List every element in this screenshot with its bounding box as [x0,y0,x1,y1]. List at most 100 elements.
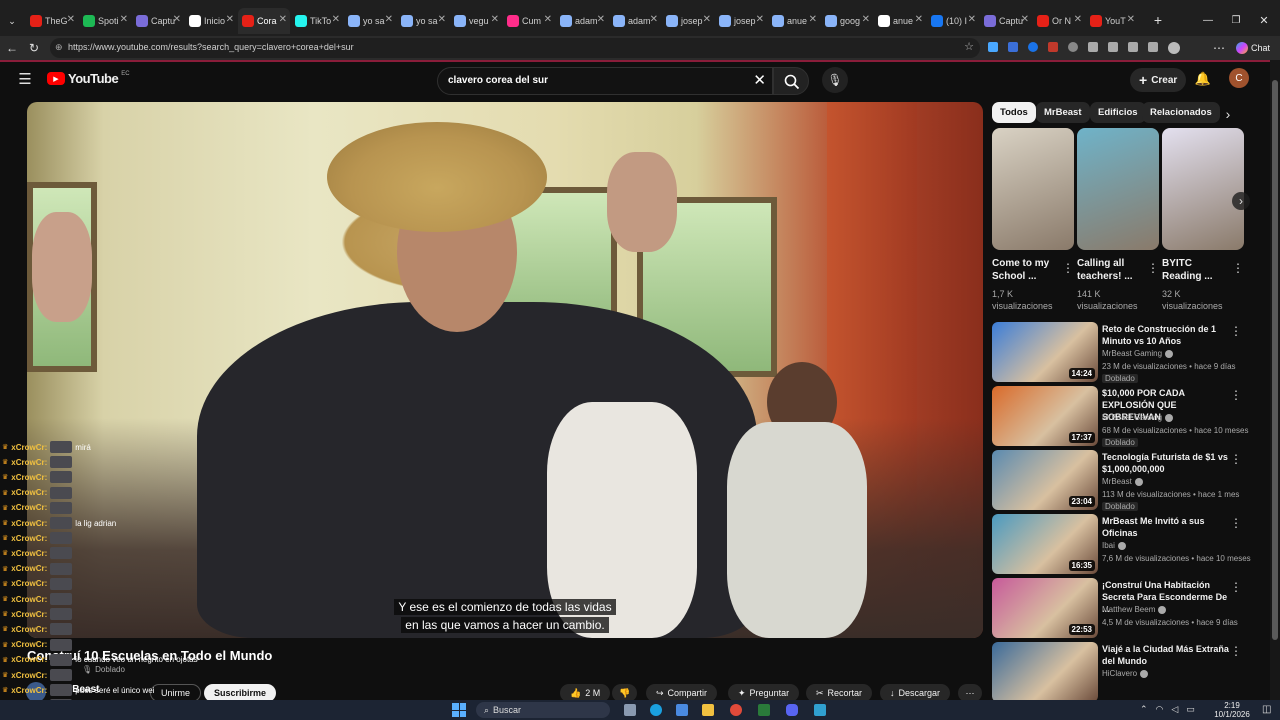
tab-close-icon[interactable]: ✕ [756,14,764,25]
recommendation-more-icon[interactable]: ⋮ [1230,580,1242,594]
tab-close-icon[interactable]: ✕ [597,14,605,25]
tab-close-icon[interactable]: ✕ [650,14,658,25]
voice-search-icon[interactable]: 🎙 [822,67,848,93]
browser-tab[interactable]: anue ✕ [768,8,820,34]
tab-close-icon[interactable]: ✕ [385,14,393,25]
notification-icon[interactable]: ◫ [1262,704,1271,715]
scrollbar-thumb[interactable] [1272,80,1278,640]
extension-icons[interactable] [988,42,1188,54]
notifications-bell-icon[interactable]: 🔔 [1194,70,1212,88]
recommendation-item[interactable]: 22:53 ¡Construí Una Habitación Secreta Pa… [992,578,1250,640]
tab-close-icon[interactable]: ✕ [438,14,446,25]
tab-close-icon[interactable]: ✕ [809,14,817,25]
file-explorer-icon[interactable] [702,704,714,716]
browser-tab[interactable]: YouT ✕ [1086,8,1138,34]
close-window-icon[interactable]: ✕ [1256,12,1272,28]
tab-close-icon[interactable]: ✕ [915,14,923,25]
recommendation-title[interactable]: Viajé a la Ciudad Más Extraña del Mundo [1102,643,1230,667]
recommendation-channel[interactable]: MrBeast Gaming [1102,349,1174,358]
tab-close-icon[interactable]: ✕ [120,14,128,25]
recommendation-thumbnail[interactable]: 14:24 [992,322,1098,382]
recommendation-more-icon[interactable]: ⋮ [1230,644,1242,658]
discord-icon[interactable] [786,704,798,716]
browser-tab[interactable]: josep ✕ [662,8,714,34]
back-icon[interactable]: ← [4,40,20,56]
browser-tab[interactable]: Inicio ✕ [185,8,237,34]
address-bar[interactable]: ⊕ https://www.youtube.com/results?search… [50,38,980,58]
taskbar-search-box[interactable]: ⌕ Buscar [476,702,610,718]
chip-todos[interactable]: Todos [992,102,1036,123]
tab-close-icon[interactable]: ✕ [279,14,287,25]
tab-close-icon[interactable]: ✕ [1021,14,1029,25]
recommendation-thumbnail[interactable] [992,642,1098,702]
recommendation-more-icon[interactable]: ⋮ [1230,324,1242,338]
recommendation-thumbnail[interactable]: 16:35 [992,514,1098,574]
edge-icon[interactable] [650,704,662,716]
browser-tab[interactable]: Or N ✕ [1033,8,1085,34]
recommendation-more-icon[interactable]: ⋮ [1230,516,1242,530]
browser-tab[interactable]: goog ✕ [821,8,873,34]
browser-tab[interactable]: Cora ✕ [238,8,290,34]
short-title[interactable]: BYITC Reading ... [1162,257,1228,283]
reload-icon[interactable]: ↻ [26,40,42,56]
recommendation-channel[interactable]: MrBeast [1102,477,1143,486]
system-tray-icons[interactable]: ⌃ ◠ ◁ ▭ [1140,704,1195,715]
browser-tab[interactable]: (10) I ✕ [927,8,979,34]
recommendation-channel[interactable]: MrBeast Gaming [1102,413,1174,422]
chrome-icon[interactable] [730,704,742,716]
browser-tab[interactable]: vegu ✕ [450,8,502,34]
recommendation-item[interactable]: 14:24 Reto de Construcción de 1 Minuto vs… [992,322,1250,384]
chip-edificios[interactable]: Edificios [1090,102,1146,123]
recommendation-channel[interactable]: Matthew Beem [1102,605,1167,614]
notepad-icon[interactable] [814,704,826,716]
short-title[interactable]: Come to my School ... [992,257,1058,283]
short-thumbnail[interactable] [1162,128,1244,250]
store-icon[interactable] [676,704,688,716]
browser-tab[interactable]: Captu ✕ [980,8,1032,34]
recommendation-item[interactable]: 16:35 MrBeast Me Invitó a sus Oficinas Iba… [992,514,1251,576]
short-thumbnail[interactable] [1077,128,1159,250]
recommendation-channel[interactable]: Ibai [1102,541,1126,550]
recommendation-title[interactable]: MrBeast Me Invitó a sus Oficinas [1102,515,1230,539]
clear-search-icon[interactable]: ✕ [753,71,766,89]
account-avatar[interactable]: C [1229,68,1249,88]
recommendation-more-icon[interactable]: ⋮ [1230,388,1242,402]
bookmark-star-icon[interactable]: ☆ [964,40,974,53]
new-tab-icon[interactable]: + [1150,12,1166,28]
tab-close-icon[interactable]: ✕ [67,14,75,25]
browser-tab[interactable]: Captu ✕ [132,8,184,34]
browser-menu-icon[interactable]: ⋯ [1212,40,1226,56]
browser-tab[interactable]: TheG ✕ [26,8,78,34]
shorts-next-icon[interactable]: › [1232,192,1250,210]
recommendation-item[interactable]: 17:37 $10,000 POR CADA EXPLOSIÓN QUE SOBR… [992,386,1250,448]
recommendation-title[interactable]: Tecnología Futurista de $1 vs $1,000,000… [1102,451,1230,475]
search-button[interactable] [773,67,809,95]
browser-tab[interactable]: yo sa ✕ [344,8,396,34]
short-more-icon[interactable]: ⋮ [1062,261,1074,275]
browser-tab[interactable]: Cum ✕ [503,8,555,34]
youtube-logo[interactable]: ▶ YouTube EC [47,71,130,86]
browser-tab[interactable]: josep ✕ [715,8,767,34]
browser-tab[interactable]: yo sa ✕ [397,8,449,34]
recommendation-more-icon[interactable]: ⋮ [1230,452,1242,466]
tab-search-icon[interactable]: ⌄ [4,14,20,28]
recommendation-thumbnail[interactable]: 17:37 [992,386,1098,446]
clock[interactable]: 2:19 10/1/2026 [1210,701,1254,719]
short-thumbnail[interactable] [992,128,1074,250]
recommendation-thumbnail[interactable]: 23:04 [992,450,1098,510]
task-view-icon[interactable] [624,704,636,716]
chips-next-icon[interactable]: › [1220,104,1236,124]
recommendation-thumbnail[interactable]: 22:53 [992,578,1098,638]
tab-close-icon[interactable]: ✕ [173,14,181,25]
tab-close-icon[interactable]: ✕ [332,14,340,25]
tab-close-icon[interactable]: ✕ [862,14,870,25]
browser-tab[interactable]: anue ✕ [874,8,926,34]
menu-hamburger-icon[interactable]: ☰ [16,70,34,88]
tab-close-icon[interactable]: ✕ [491,14,499,25]
start-button[interactable] [452,703,466,717]
tab-close-icon[interactable]: ✕ [1074,14,1082,25]
maximize-icon[interactable]: ❐ [1228,12,1244,28]
tab-close-icon[interactable]: ✕ [968,14,976,25]
tab-close-icon[interactable]: ✕ [226,14,234,25]
recommendation-item[interactable]: 23:04 Tecnología Futurista de $1 vs $1,00… [992,450,1250,512]
